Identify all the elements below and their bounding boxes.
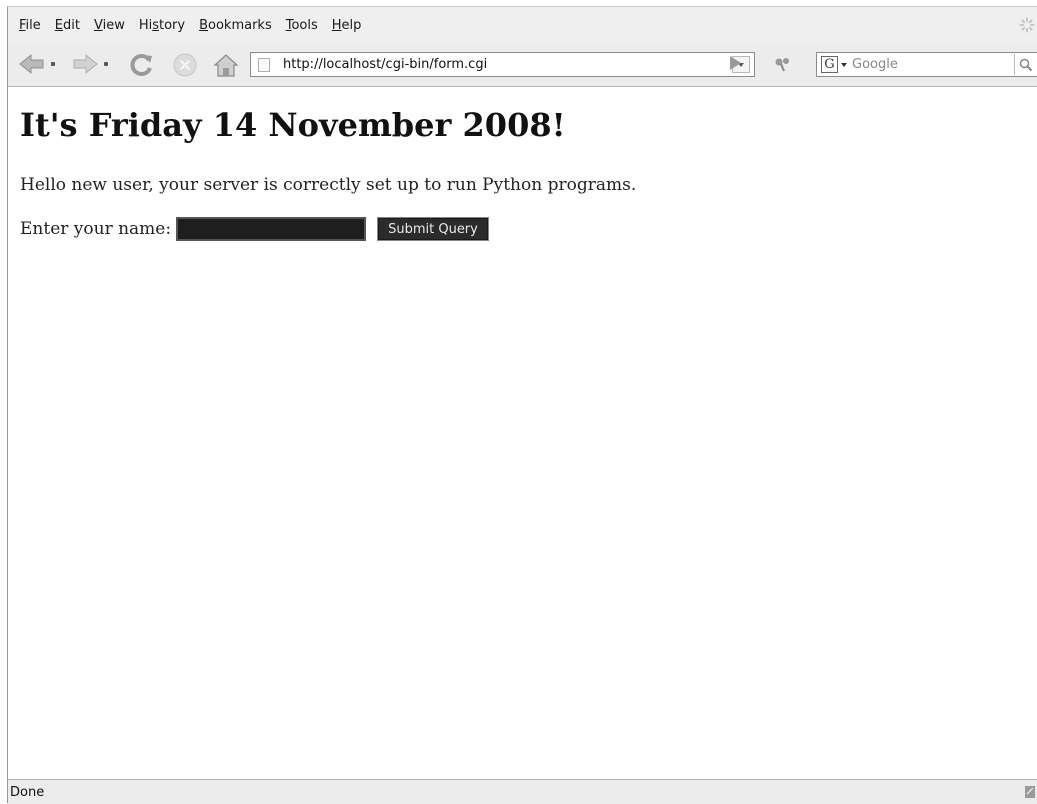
status-text: Done — [10, 784, 45, 800]
home-icon — [213, 54, 239, 77]
name-input[interactable] — [176, 217, 367, 241]
search-input[interactable]: Google — [852, 57, 1014, 72]
status-bar: Done — [8, 779, 1037, 804]
browser-window: File Edit View History Bookmarks Tools H… — [7, 6, 1037, 804]
stop-icon — [173, 53, 197, 77]
menu-history[interactable]: History — [139, 18, 185, 33]
search-engine-dropdown-icon[interactable] — [841, 62, 847, 67]
page-icon — [258, 57, 270, 72]
reload-button[interactable] — [129, 52, 155, 78]
navigation-toolbar: http://localhost/cgi-bin/form.cgi G Goog… — [8, 43, 1037, 87]
url-bar[interactable]: http://localhost/cgi-bin/form.cgi — [250, 52, 755, 77]
menu-edit[interactable]: Edit — [55, 18, 80, 33]
go-arrow-icon[interactable] — [730, 56, 741, 70]
search-box[interactable]: G Google — [816, 52, 1037, 77]
throbber-icon — [1019, 17, 1035, 33]
resize-grip-icon[interactable] — [1023, 784, 1037, 800]
back-arrow-icon — [19, 53, 44, 75]
forward-arrow-icon — [73, 53, 98, 75]
page-heading: It's Friday 14 November 2008! — [20, 106, 566, 144]
forward-dropdown-icon[interactable] — [104, 62, 108, 66]
home-button[interactable] — [213, 52, 239, 78]
page-content: It's Friday 14 November 2008! Hello new … — [8, 87, 1037, 779]
url-text[interactable]: http://localhost/cgi-bin/form.cgi — [283, 57, 732, 72]
submit-button[interactable]: Submit Query — [377, 217, 489, 241]
back-button[interactable] — [18, 52, 55, 76]
name-label: Enter your name: — [20, 219, 172, 239]
search-button[interactable] — [1014, 54, 1036, 75]
menu-view[interactable]: View — [94, 18, 125, 33]
menu-help[interactable]: Help — [332, 18, 362, 33]
menu-bookmarks[interactable]: Bookmarks — [199, 18, 272, 33]
bookmark-star-icon[interactable] — [773, 56, 793, 74]
reload-icon — [130, 54, 152, 76]
back-dropdown-icon[interactable] — [51, 62, 55, 66]
intro-text: Hello new user, your server is correctly… — [20, 175, 637, 195]
forward-button[interactable] — [71, 52, 108, 76]
menu-tools[interactable]: Tools — [286, 18, 318, 33]
menu-bar: File Edit View History Bookmarks Tools H… — [8, 7, 1037, 43]
menu-file[interactable]: File — [19, 18, 41, 33]
name-form: Enter your name: Submit Query — [20, 217, 489, 241]
stop-button[interactable] — [172, 52, 198, 78]
search-engine-icon[interactable]: G — [821, 56, 838, 73]
magnifier-icon — [1019, 58, 1032, 71]
